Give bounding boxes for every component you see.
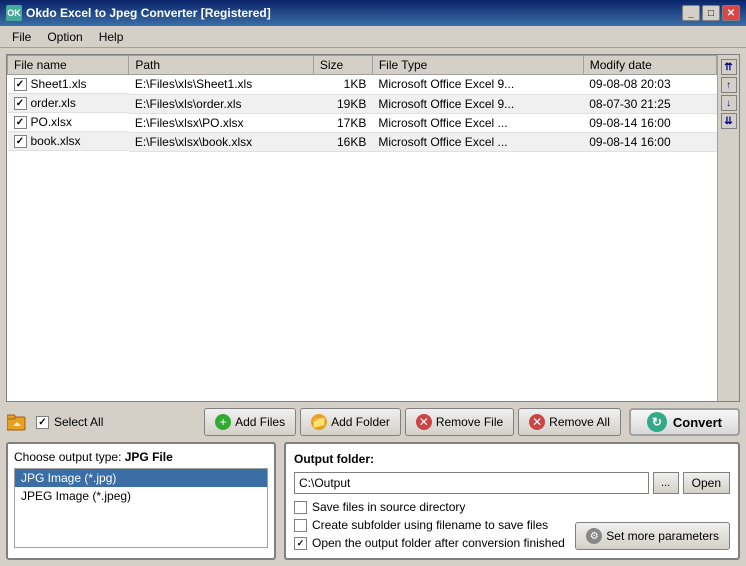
set-more-params-label: Set more parameters (606, 529, 719, 543)
convert-icon: ↻ (647, 412, 667, 432)
select-all-row: Select All (36, 415, 103, 429)
col-filetype: File Type (372, 56, 583, 75)
cell-size-2: 17KB (313, 113, 372, 132)
col-modifydate: Modify date (583, 56, 716, 75)
row-checkbox-1[interactable] (14, 97, 27, 110)
cell-modifydate-0: 09-08-08 20:03 (583, 75, 716, 95)
cell-path-1: E:\Files\xls\order.xls (129, 94, 314, 113)
add-folder-button[interactable]: 📁 Add Folder (300, 408, 401, 436)
cell-modifydate-1: 08-07-30 21:25 (583, 94, 716, 113)
save-source-label: Save files in source directory (312, 500, 465, 514)
folder-path-row: ... Open (294, 472, 730, 494)
remove-all-button[interactable]: ✕ Remove All (518, 408, 621, 436)
add-files-icon: + (215, 414, 231, 430)
cell-filename-1: order.xls (8, 94, 129, 113)
open-after-label: Open the output folder after conversion … (312, 536, 565, 550)
side-arrows: ⇈ ↑ ↓ ⇊ (717, 55, 739, 401)
open-after-checkbox[interactable] (294, 537, 307, 550)
format-jpg[interactable]: JPG Image (*.jpg) (15, 469, 267, 487)
app-title: Okdo Excel to Jpeg Converter [Registered… (26, 6, 271, 20)
menu-bar: File Option Help (0, 26, 746, 48)
output-type-text: Choose output type: (14, 450, 125, 464)
cell-size-3: 16KB (313, 132, 372, 151)
add-files-button[interactable]: + Add Files (204, 408, 296, 436)
convert-button[interactable]: ↻ Convert (629, 408, 740, 436)
add-folder-icon: 📁 (311, 414, 327, 430)
action-buttons: + Add Files 📁 Add Folder ✕ Remove File ✕… (204, 408, 621, 436)
row-checkbox-2[interactable] (14, 116, 27, 129)
folder-path-input[interactable] (294, 472, 649, 494)
remove-file-icon: ✕ (416, 414, 432, 430)
cell-path-0: E:\Files\xls\Sheet1.xls (129, 75, 314, 95)
output-folder-label: Output folder: (294, 452, 730, 466)
set-more-params-button[interactable]: ⚙ Set more parameters (575, 522, 730, 550)
col-filename: File name (8, 56, 129, 75)
output-folder-section: Output folder: ... Open Save files in so… (284, 442, 740, 560)
file-list-section: File name Path Size File Type Modify dat… (6, 54, 740, 402)
app-icon: OK (6, 5, 22, 21)
cell-filetype-2: Microsoft Office Excel ... (372, 113, 583, 132)
cell-path-3: E:\Files\xlsx\book.xlsx (129, 132, 314, 151)
col-size: Size (313, 56, 372, 75)
table-row: book.xlsx E:\Files\xlsx\book.xlsx 16KB M… (8, 132, 717, 151)
folder-browse-button[interactable]: ... (653, 472, 679, 494)
toolbar-row: Select All + Add Files 📁 Add Folder ✕ Re… (6, 408, 740, 436)
checkbox-source-dir: Save files in source directory (294, 500, 565, 514)
menu-help[interactable]: Help (91, 28, 132, 46)
cell-size-0: 1KB (313, 75, 372, 95)
bottom-panel: Choose output type: JPG File JPG Image (… (6, 442, 740, 560)
select-all-checkbox[interactable] (36, 416, 49, 429)
table-row: PO.xlsx E:\Files\xlsx\PO.xlsx 17KB Micro… (8, 113, 717, 132)
save-source-checkbox[interactable] (294, 501, 307, 514)
cell-filetype-1: Microsoft Office Excel 9... (372, 94, 583, 113)
cell-path-2: E:\Files\xlsx\PO.xlsx (129, 113, 314, 132)
gear-icon: ⚙ (586, 528, 602, 544)
title-bar-text: OK Okdo Excel to Jpeg Converter [Registe… (6, 5, 271, 21)
subfolder-label: Create subfolder using filename to save … (312, 518, 548, 532)
checkbox-open-after: Open the output folder after conversion … (294, 536, 565, 550)
subfolder-checkbox[interactable] (294, 519, 307, 532)
folder-open-button[interactable]: Open (683, 472, 730, 494)
select-all-label: Select All (54, 415, 103, 429)
cell-size-1: 19KB (313, 94, 372, 113)
checkbox-subfolder: Create subfolder using filename to save … (294, 518, 565, 532)
cell-modifydate-2: 09-08-14 16:00 (583, 113, 716, 132)
remove-all-icon: ✕ (529, 414, 545, 430)
arrow-bottom-bottom[interactable]: ⇊ (721, 113, 737, 129)
file-table: File name Path Size File Type Modify dat… (7, 55, 717, 152)
output-type-current: JPG File (125, 450, 173, 464)
cell-filetype-0: Microsoft Office Excel 9... (372, 75, 583, 95)
menu-file[interactable]: File (4, 28, 39, 46)
maximize-button[interactable]: □ (702, 5, 720, 21)
format-jpeg[interactable]: JPEG Image (*.jpeg) (15, 487, 267, 505)
cell-filename-0: Sheet1.xls (8, 75, 129, 94)
remove-file-button[interactable]: ✕ Remove File (405, 408, 514, 436)
table-row: Sheet1.xls E:\Files\xls\Sheet1.xls 1KB M… (8, 75, 717, 95)
cell-modifydate-3: 09-08-14 16:00 (583, 132, 716, 151)
checkboxes-col: Save files in source directory Create su… (294, 500, 565, 550)
output-type-section: Choose output type: JPG File JPG Image (… (6, 442, 276, 560)
arrow-down[interactable]: ↓ (721, 95, 737, 111)
format-list: JPG Image (*.jpg) JPEG Image (*.jpeg) (14, 468, 268, 548)
navigate-back-icon[interactable] (6, 411, 28, 433)
output-type-label: Choose output type: JPG File (14, 450, 268, 464)
cell-filename-3: book.xlsx (8, 132, 129, 151)
arrow-up[interactable]: ↑ (721, 77, 737, 93)
minimize-button[interactable]: _ (682, 5, 700, 21)
row-checkbox-0[interactable] (14, 78, 27, 91)
arrow-top-top[interactable]: ⇈ (721, 59, 737, 75)
row-checkbox-3[interactable] (14, 135, 27, 148)
title-bar: OK Okdo Excel to Jpeg Converter [Registe… (0, 0, 746, 26)
params-row: Save files in source directory Create su… (294, 500, 730, 550)
cell-filename-2: PO.xlsx (8, 113, 129, 132)
menu-option[interactable]: Option (39, 28, 90, 46)
col-path: Path (129, 56, 314, 75)
file-table-container: File name Path Size File Type Modify dat… (7, 55, 717, 401)
window-controls: _ □ ✕ (682, 5, 740, 21)
close-button[interactable]: ✕ (722, 5, 740, 21)
main-content: File name Path Size File Type Modify dat… (0, 48, 746, 566)
cell-filetype-3: Microsoft Office Excel ... (372, 132, 583, 151)
table-row: order.xls E:\Files\xls\order.xls 19KB Mi… (8, 94, 717, 113)
